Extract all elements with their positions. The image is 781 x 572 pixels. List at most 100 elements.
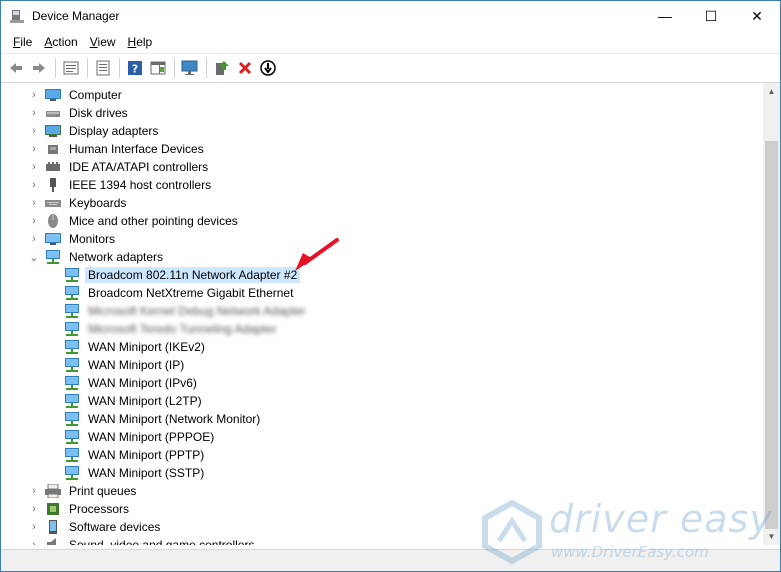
net-device-icon: [64, 358, 80, 372]
back-icon[interactable]: [5, 57, 27, 79]
tree-item-label: WAN Miniport (PPTP): [88, 448, 205, 462]
tree-item-microsoft-teredo-tunneling-adapter[interactable]: Microsoft Teredo Tunneling Adapter: [64, 320, 280, 338]
expand-chevron-icon[interactable]: ›: [29, 212, 39, 230]
tree-item-wan-miniport-ikev2[interactable]: WAN Miniport (IKEv2): [64, 338, 208, 356]
tree-item-wan-miniport-sstp[interactable]: WAN Miniport (SSTP): [64, 464, 207, 482]
menu-file[interactable]: File: [7, 35, 38, 49]
minimize-button[interactable]: —: [642, 1, 688, 31]
menu-bar: File Action View Help: [1, 31, 780, 53]
menu-action[interactable]: Action: [38, 35, 83, 49]
device-manager-app-icon: [10, 9, 26, 23]
tree-item-broadcom-802-11n-network-adapter-2[interactable]: Broadcom 802.11n Network Adapter #2: [64, 266, 301, 284]
keyboard-device-icon: [45, 196, 61, 210]
expand-chevron-icon[interactable]: ›: [29, 500, 39, 518]
net-device-icon: [64, 448, 80, 462]
tree-item-label: Monitors: [69, 232, 116, 246]
maximize-button[interactable]: ☐: [688, 1, 734, 31]
close-button[interactable]: ✕: [734, 1, 780, 31]
collapse-chevron-icon[interactable]: ⌄: [29, 248, 39, 266]
tree-item-display-adapters[interactable]: Display adapters: [45, 122, 161, 140]
software-device-icon: [45, 520, 61, 534]
vertical-scrollbar[interactable]: ▲ ▼: [763, 83, 780, 545]
hid-device-icon: [45, 142, 61, 156]
title-bar: Device Manager — ☐ ✕: [1, 1, 780, 31]
scroll-thumb[interactable]: [765, 141, 778, 529]
show-hidden-icon[interactable]: [92, 57, 114, 79]
net-device-icon: [64, 394, 80, 408]
expand-chevron-icon[interactable]: ›: [29, 86, 39, 104]
expand-chevron-icon[interactable]: ›: [29, 176, 39, 194]
tree-item-label: Sound, video and game controllers: [69, 538, 255, 545]
expand-chevron-icon[interactable]: ›: [29, 140, 39, 158]
scan-hardware-icon[interactable]: [179, 57, 201, 79]
tree-item-ieee-1394-host-controllers[interactable]: IEEE 1394 host controllers: [45, 176, 214, 194]
tree-item-software-devices[interactable]: Software devices: [45, 518, 163, 536]
device-manager-window: Device Manager — ☐ ✕ File Action View He…: [0, 0, 781, 572]
tree-item-label: Disk drives: [69, 106, 128, 120]
watermark-url: www.DriverEasy.com: [551, 543, 709, 561]
net-device-icon: [64, 466, 80, 480]
menu-view[interactable]: View: [84, 35, 122, 49]
ieee-device-icon: [45, 178, 61, 192]
tree-item-wan-miniport-ip[interactable]: WAN Miniport (IP): [64, 356, 187, 374]
expand-chevron-icon[interactable]: ›: [29, 230, 39, 248]
net-device-icon: [64, 376, 80, 390]
tree-item-wan-miniport-ipv6[interactable]: WAN Miniport (IPv6): [64, 374, 200, 392]
red-arrow-annotation: [295, 238, 339, 271]
expand-chevron-icon[interactable]: ›: [29, 194, 39, 212]
tree-item-label: Human Interface Devices: [69, 142, 204, 156]
tree-item-label: Broadcom NetXtreme Gigabit Ethernet: [88, 286, 294, 300]
tree-item-keyboards[interactable]: Keyboards: [45, 194, 129, 212]
expand-chevron-icon[interactable]: ›: [29, 158, 39, 176]
tree-item-label: WAN Miniport (SSTP): [88, 466, 205, 480]
tree-item-sound-video-and-game-controllers[interactable]: Sound, video and game controllers: [45, 536, 257, 545]
expand-chevron-icon[interactable]: ›: [29, 122, 39, 140]
properties-icon[interactable]: [60, 57, 82, 79]
tree-item-human-interface-devices[interactable]: Human Interface Devices: [45, 140, 207, 158]
tree-item-disk-drives[interactable]: Disk drives: [45, 104, 131, 122]
tree-item-label: Print queues: [69, 484, 137, 498]
tree-item-label: WAN Miniport (IKEv2): [88, 340, 205, 354]
expand-chevron-icon[interactable]: ›: [29, 518, 39, 536]
menu-help[interactable]: Help: [122, 35, 159, 49]
tree-item-label: Broadcom 802.11n Network Adapter #2: [85, 267, 301, 283]
tree-item-broadcom-netxtreme-gigabit-ethernet[interactable]: Broadcom NetXtreme Gigabit Ethernet: [64, 284, 296, 302]
expand-chevron-icon[interactable]: ›: [29, 104, 39, 122]
tree-item-wan-miniport-network-monitor[interactable]: WAN Miniport (Network Monitor): [64, 410, 263, 428]
drivereasy-watermark: driver easy www.DriverEasy.com: [479, 497, 779, 569]
tree-item-label: WAN Miniport (Network Monitor): [88, 412, 261, 426]
toolbar: ?: [1, 53, 780, 83]
tree-item-label: WAN Miniport (IPv6): [88, 376, 197, 390]
disable-device-icon[interactable]: [257, 57, 279, 79]
net-device-icon: [64, 268, 80, 282]
monitor-device-icon: [45, 232, 61, 246]
net-device-icon: [64, 340, 80, 354]
tree-item-computer[interactable]: Computer: [45, 86, 125, 104]
tree-item-label: Mice and other pointing devices: [69, 214, 238, 228]
tree-item-monitors[interactable]: Monitors: [45, 230, 118, 248]
tree-item-label: Keyboards: [69, 196, 127, 210]
watermark-brand: driver easy: [549, 497, 773, 541]
expand-chevron-icon[interactable]: ›: [29, 536, 39, 545]
tree-item-microsoft-kernel-debug-network-adapter[interactable]: Microsoft Kernel Debug Network Adapter: [64, 302, 308, 320]
update-driver-icon[interactable]: [211, 57, 233, 79]
tree-item-wan-miniport-pptp[interactable]: WAN Miniport (PPTP): [64, 446, 207, 464]
tree-item-print-queues[interactable]: Print queues: [45, 482, 139, 500]
tree-item-processors[interactable]: Processors: [45, 500, 132, 518]
uninstall-icon[interactable]: [234, 57, 256, 79]
help-icon[interactable]: ?: [124, 57, 146, 79]
tree-item-label: IEEE 1394 host controllers: [69, 178, 212, 192]
tree-item-wan-miniport-l2tp[interactable]: WAN Miniport (L2TP): [64, 392, 205, 410]
tree-item-label: Software devices: [69, 520, 161, 534]
action-pane-icon[interactable]: [147, 57, 169, 79]
scroll-up-arrow[interactable]: ▲: [763, 83, 780, 100]
forward-icon[interactable]: [28, 57, 50, 79]
display-device-icon: [45, 124, 61, 138]
tree-item-ide-ata-atapi-controllers[interactable]: IDE ATA/ATAPI controllers: [45, 158, 211, 176]
net-device-icon: [64, 412, 80, 426]
tree-item-mice-and-other-pointing-devices[interactable]: Mice and other pointing devices: [45, 212, 241, 230]
tree-item-label: Computer: [69, 88, 122, 102]
tree-item-wan-miniport-pppoe[interactable]: WAN Miniport (PPPOE): [64, 428, 217, 446]
expand-chevron-icon[interactable]: ›: [29, 482, 39, 500]
tree-item-network-adapters[interactable]: Network adapters: [45, 248, 166, 266]
